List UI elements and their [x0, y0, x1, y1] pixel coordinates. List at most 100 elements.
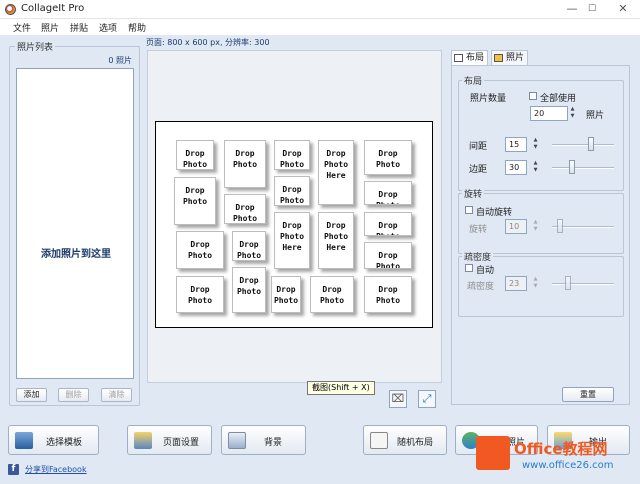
photo-count-label: 照片数量	[470, 94, 507, 104]
rotation-input[interactable]: 10	[505, 219, 527, 234]
density-slider[interactable]	[565, 276, 571, 290]
margin-input[interactable]: 30	[505, 160, 527, 175]
menu-file[interactable]: 文件	[13, 21, 31, 34]
photo-slot[interactable]: Drop Photo	[176, 231, 224, 269]
page-setup-label: 页面设置	[163, 438, 200, 448]
page-info: 页面: 800 x 600 px, 分辨率: 300	[146, 38, 270, 47]
share-facebook-link[interactable]: 分享到Facebook	[25, 464, 87, 475]
photo-list-panel: 照片列表 0 照片 添加照片到这里 添加 删除 清除	[9, 40, 140, 406]
menu-collage[interactable]: 拼贴	[70, 21, 88, 34]
photo-slot[interactable]: Drop Photo	[274, 176, 310, 206]
spacing-stepper[interactable]: ▲ ▼	[531, 137, 540, 152]
app-icon	[5, 4, 16, 15]
photo-tab-icon	[494, 54, 503, 62]
auto-density-label: 自动	[476, 266, 495, 276]
auto-rotate-checkbox[interactable]	[465, 206, 473, 214]
page-setup-icon	[134, 432, 152, 449]
photo-slot[interactable]: Drop Photo	[174, 177, 216, 225]
menu-options[interactable]: 选项	[99, 21, 117, 34]
rotation-slider[interactable]	[557, 219, 563, 233]
select-template-label: 选择模板	[46, 438, 83, 448]
tab-photo[interactable]: 照片	[491, 50, 528, 66]
density-stepper[interactable]: ▲ ▼	[531, 276, 540, 291]
layout-group-title: 布局	[462, 74, 485, 87]
use-all-label: 全部使用	[540, 94, 577, 104]
photo-slot[interactable]: Drop Photo	[224, 194, 266, 224]
photo-list-title: 照片列表	[15, 40, 56, 53]
screenshot-tooltip: 截图(Shift + X)	[307, 381, 375, 395]
watermark-logo	[476, 436, 510, 470]
margin-slider-track	[552, 167, 614, 169]
minimize-button[interactable]: —	[561, 1, 583, 17]
photo-slot[interactable]: Drop Photo	[232, 231, 266, 261]
photo-slot[interactable]: Drop Photo	[364, 212, 412, 236]
photo-slot[interactable]: Drop Photo	[274, 140, 310, 170]
rotation-stepper[interactable]: ▲ ▼	[531, 219, 540, 234]
spacing-input[interactable]: 15	[505, 137, 527, 152]
photo-count: 0 照片	[108, 56, 132, 65]
photo-slot[interactable]: Drop Photo	[364, 276, 412, 313]
fit-icon[interactable]: ⤢	[418, 390, 436, 408]
photo-slot[interactable]: Drop Photo	[310, 276, 354, 313]
settings-body: 布局 照片数量 全部使用 20 ▲ ▼ 照片 间距 15 ▲ ▼ 边距 30 ▲ ▼ …	[451, 65, 630, 405]
auto-density-checkbox[interactable]	[465, 264, 473, 272]
tab-photo-label: 照片	[506, 53, 525, 63]
dice-icon	[370, 432, 388, 449]
facebook-icon: f	[8, 464, 19, 475]
rotation-group-title: 旋转	[462, 187, 485, 200]
photo-slot[interactable]: Drop Photo	[364, 140, 412, 175]
photo-slot[interactable]: Drop Photo	[364, 181, 412, 205]
photo-list-box[interactable]: 添加照片到这里	[16, 68, 134, 379]
photo-slot[interactable]: Drop Photo	[176, 140, 214, 170]
spacing-slider[interactable]	[588, 137, 594, 151]
collage-page: Drop Photo Drop Photo Drop Photo Drop Ph…	[155, 121, 433, 328]
photo-count-stepper[interactable]: ▲ ▼	[568, 106, 577, 121]
title-bar: CollageIt Pro — ☐ ✕	[0, 0, 640, 19]
settings-panel: 布局 照片 布局 照片数量 全部使用 20 ▲ ▼ 照片 间距 15 ▲ ▼ 边距 …	[451, 50, 630, 405]
window-title: CollageIt Pro	[21, 3, 85, 14]
photo-slot[interactable]: Drop Photo Here	[318, 140, 354, 205]
menu-photo[interactable]: 照片	[41, 21, 59, 34]
photo-slot[interactable]: Drop Photo	[232, 267, 266, 313]
density-group-title: 疏密度	[462, 250, 494, 263]
random-layout-button[interactable]: 随机布局	[363, 425, 447, 455]
photo-slot[interactable]: Drop Photo Here	[318, 212, 354, 269]
background-icon	[228, 432, 246, 449]
density-input[interactable]: 23	[505, 276, 527, 291]
reset-button[interactable]: 重置	[562, 387, 614, 402]
auto-rotate-label: 自动旋转	[476, 208, 513, 218]
density-slider-track	[552, 283, 614, 285]
photo-slot[interactable]: Drop Photo	[271, 276, 301, 313]
margin-slider[interactable]	[569, 160, 575, 174]
photo-slot[interactable]: Drop Photo	[176, 276, 224, 313]
watermark-url: www.office26.com	[522, 460, 614, 471]
close-button[interactable]: ✕	[612, 1, 634, 17]
remove-photo-button[interactable]: 删除	[58, 388, 89, 402]
density-label: 疏密度	[467, 282, 495, 292]
shrink-icon[interactable]: ⌧	[389, 390, 407, 408]
spacing-slider-track	[552, 144, 614, 146]
layout-tab-icon	[454, 54, 463, 62]
canvas-area: Drop Photo Drop Photo Drop Photo Drop Ph…	[147, 50, 442, 383]
add-photo-button[interactable]: 添加	[16, 388, 47, 402]
photo-count-input[interactable]: 20	[530, 106, 568, 121]
margin-label: 边距	[469, 165, 488, 175]
background-label: 背景	[264, 438, 283, 448]
maximize-button[interactable]: ☐	[581, 1, 603, 17]
margin-stepper[interactable]: ▲ ▼	[531, 160, 540, 175]
menu-bar: 文件 照片 拼贴 选项 帮助	[0, 19, 640, 35]
template-icon	[15, 432, 33, 449]
spacing-label: 间距	[469, 142, 488, 152]
menu-help[interactable]: 帮助	[128, 21, 146, 34]
tab-layout[interactable]: 布局	[451, 50, 488, 66]
rotation-label: 旋转	[469, 225, 488, 235]
photo-slot[interactable]: Drop Photo	[364, 242, 412, 269]
clear-photos-button[interactable]: 清除	[101, 388, 132, 402]
drop-hint: 添加照片到这里	[41, 249, 111, 260]
photo-slot[interactable]: Drop Photo	[224, 140, 266, 188]
use-all-checkbox[interactable]	[529, 92, 537, 100]
page-setup-button[interactable]: 页面设置	[127, 425, 212, 455]
select-template-button[interactable]: 选择模板	[8, 425, 99, 455]
background-button[interactable]: 背景	[221, 425, 306, 455]
photo-slot[interactable]: Drop Photo Here	[274, 212, 310, 269]
